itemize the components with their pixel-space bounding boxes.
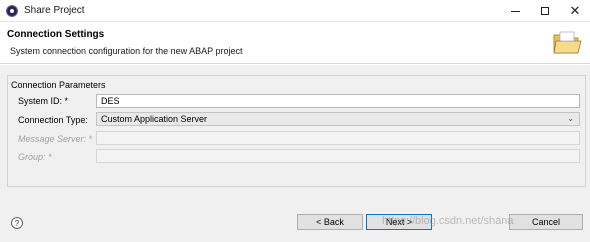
group-input[interactable]: [96, 149, 580, 163]
group-label: Group: *: [18, 152, 52, 162]
connection-type-value: Custom Application Server: [101, 114, 208, 124]
system-id-label: System ID: *: [18, 96, 69, 106]
group-title: Connection Parameters: [10, 80, 107, 90]
close-icon: ✕: [569, 3, 581, 18]
eclipse-icon: [6, 5, 18, 17]
maximize-icon: [541, 7, 549, 16]
folder-icon: [553, 31, 582, 54]
back-button[interactable]: < Back: [297, 214, 363, 230]
minimize-icon: [510, 10, 520, 12]
window-title: Share Project: [24, 5, 85, 16]
close-button[interactable]: ✕: [560, 0, 590, 22]
next-button[interactable]: Next >: [366, 214, 432, 230]
system-id-input[interactable]: DES: [96, 94, 580, 108]
help-icon[interactable]: ?: [11, 217, 23, 229]
minimize-button[interactable]: [500, 0, 530, 22]
title-bar: Share Project ✕: [0, 0, 590, 22]
maximize-button[interactable]: [530, 0, 560, 22]
page-description: System connection configuration for the …: [10, 46, 243, 56]
cancel-button[interactable]: Cancel: [509, 214, 583, 230]
message-server-input[interactable]: [96, 131, 580, 145]
connection-type-label: Connection Type:: [18, 115, 88, 125]
wizard-content: Connection Parameters System ID: * DES C…: [0, 65, 590, 200]
wizard-footer: ? < Back Next > Cancel https://blog.csdn…: [0, 200, 590, 242]
wizard-header: Connection Settings System connection co…: [0, 22, 590, 64]
connection-type-select[interactable]: Custom Application Server ⌄: [96, 112, 580, 126]
message-server-label: Message Server: *: [18, 134, 93, 144]
page-title: Connection Settings: [7, 29, 105, 40]
chevron-down-icon: ⌄: [567, 114, 574, 123]
